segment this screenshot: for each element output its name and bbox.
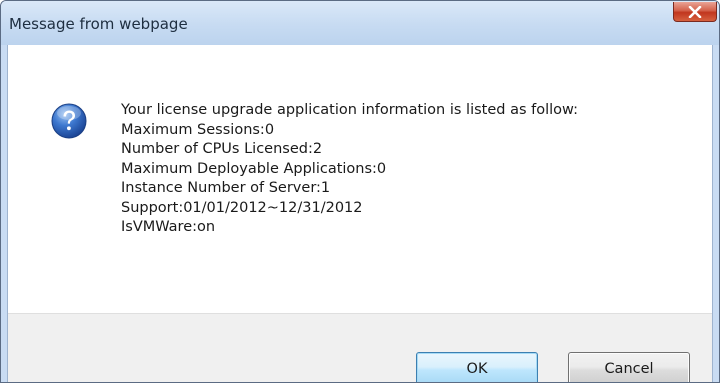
- message-line: Your license upgrade application informa…: [121, 102, 578, 118]
- message-line: IsVMWare:on: [121, 219, 216, 235]
- message-line: Support:01/01/2012~12/31/2012: [121, 199, 363, 216]
- question-icon: [51, 103, 87, 139]
- message-line: Maximum Deployable Applications:0: [121, 160, 387, 177]
- message-dialog: Message from webpage Your license upgrad…: [0, 0, 720, 383]
- dialog-body: Your license upgrade application informa…: [7, 45, 713, 382]
- cancel-button[interactable]: Cancel: [568, 352, 690, 382]
- message-line: Maximum Sessions:0: [121, 121, 275, 138]
- message-text: Your license upgrade application informa…: [121, 101, 578, 238]
- message-area: Your license upgrade application informa…: [8, 45, 712, 313]
- message-line: Instance Number of Server:1: [121, 180, 331, 196]
- close-button[interactable]: [673, 2, 717, 22]
- title-bar[interactable]: Message from webpage: [1, 1, 719, 45]
- button-bar: OK Cancel: [8, 313, 712, 382]
- dialog-title: Message from webpage: [9, 15, 188, 33]
- ok-button[interactable]: OK: [416, 352, 538, 382]
- message-line: Number of CPUs Licensed:2: [121, 141, 323, 157]
- close-icon: [688, 5, 702, 18]
